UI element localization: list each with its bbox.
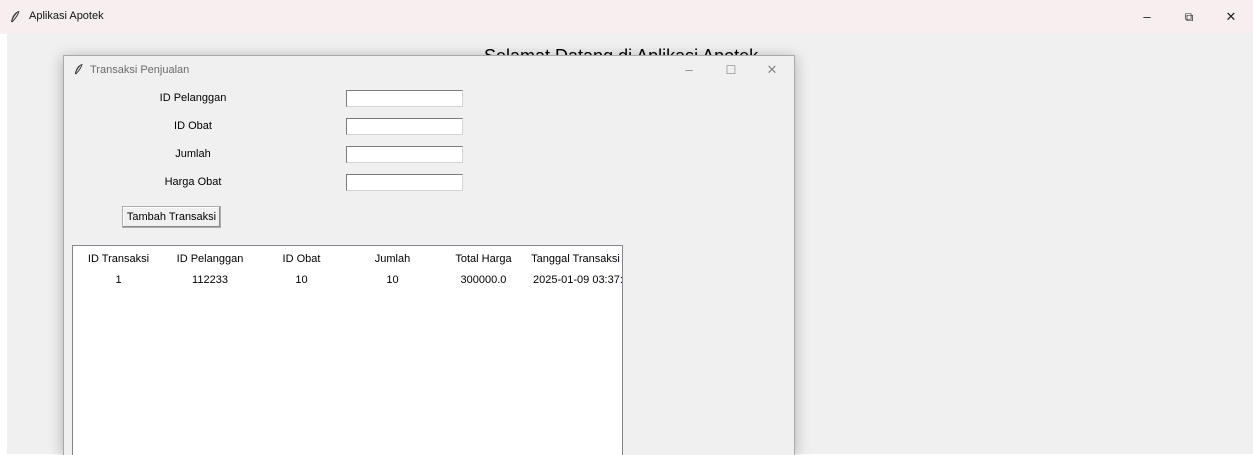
feather-icon [11,10,20,23]
table-cell: 112233 [192,273,228,286]
tambah-transaksi-button[interactable]: Tambah Transaksi [122,206,221,228]
dialog-title: Transaksi Penjualan [90,64,190,76]
label-id-obat: ID Obat [174,120,212,132]
restore-button[interactable]: ⧉ [1174,8,1204,26]
id-pelanggan-input[interactable] [346,90,463,107]
label-id-pelanggan: ID Pelanggan [159,92,227,104]
minimize-button[interactable]: – [1132,8,1162,26]
jumlah-input[interactable] [346,146,463,163]
column-header-total-harga[interactable]: Total Harga [438,246,529,272]
table-header-row: ID Transaksi ID Pelanggan ID Obat Jumlah… [73,246,622,272]
feather-icon [74,63,83,75]
table-cell: 10 [386,273,399,286]
window-title: Aplikasi Apotek [29,10,104,22]
table-cell: 10 [295,273,308,286]
table-cell: 2025-01-09 03:37: [533,273,622,286]
table-cell: 1 [115,273,122,286]
column-header-id-obat[interactable]: ID Obat [256,246,347,272]
dialog-close-button[interactable]: ✕ [757,61,787,79]
column-header-jumlah[interactable]: Jumlah [347,246,438,272]
dialog-minimize-button[interactable]: – [674,61,704,79]
column-header-tanggal-transaksi[interactable]: Tanggal Transaksi [529,246,622,272]
dialog-titlebar: Transaksi Penjualan – ☐ ✕ [64,56,794,86]
column-header-id-pelanggan[interactable]: ID Pelanggan [164,246,256,272]
dialog-maximize-button[interactable]: ☐ [716,61,746,79]
transaction-dialog: Transaksi Penjualan – ☐ ✕ ID Pelanggan I… [63,55,795,455]
transaction-table[interactable]: ID Transaksi ID Pelanggan ID Obat Jumlah… [72,245,623,455]
label-harga-obat: Harga Obat [164,176,222,188]
harga-obat-input[interactable] [346,174,463,191]
table-cell: 300000.0 [460,273,507,286]
id-obat-input[interactable] [346,118,463,135]
label-jumlah: Jumlah [175,148,211,160]
close-button[interactable]: ✕ [1216,8,1246,26]
table-row[interactable]: 1 112233 10 10 300000.0 2025-01-09 03:37… [73,272,622,287]
column-header-id-transaksi[interactable]: ID Transaksi [73,246,164,272]
main-titlebar: Aplikasi Apotek – ⧉ ✕ [0,0,1253,34]
